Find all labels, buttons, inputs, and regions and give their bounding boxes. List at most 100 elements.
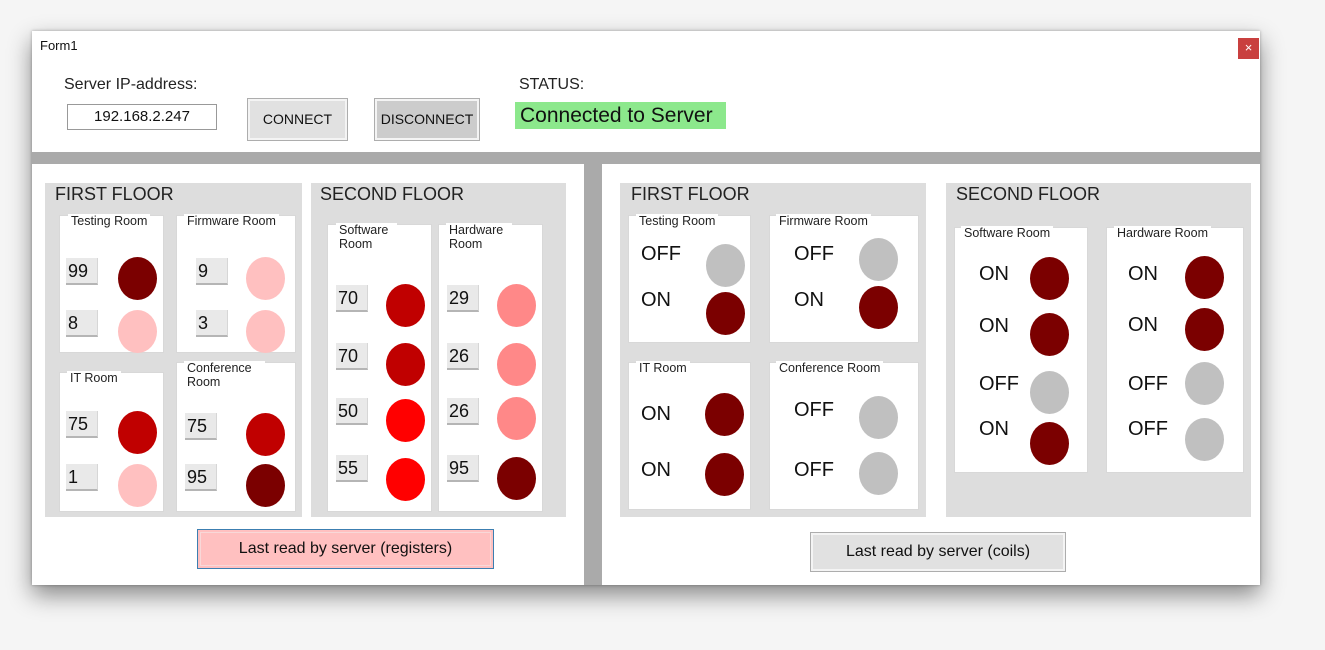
group-title: IT Room (636, 361, 690, 375)
coil-indicator (1030, 422, 1069, 465)
group-title: Hardware Room (1114, 226, 1212, 240)
register-indicator (118, 310, 157, 353)
floor-title: FIRST FLOOR (631, 184, 750, 204)
register-value[interactable]: 95 (185, 464, 217, 491)
floor-title: SECOND FLOOR (956, 184, 1101, 204)
ip-address-input[interactable]: 192.168.2.247 (67, 104, 217, 130)
group-title: Software Room (961, 226, 1054, 240)
floor-title: FIRST FLOOR (55, 184, 174, 204)
status-value: Connected to Server (515, 102, 726, 129)
coil-state: OFF (1128, 418, 1168, 440)
connect-button[interactable]: CONNECT (247, 98, 348, 141)
coil-indicator (859, 396, 898, 439)
register-indicator (246, 257, 285, 300)
register-value[interactable]: 95 (447, 455, 479, 482)
reg-testing-room: Testing Room 99 8 (59, 214, 164, 353)
register-value[interactable]: 3 (196, 310, 228, 337)
coil-state: ON (979, 418, 1009, 440)
register-value[interactable]: 75 (66, 411, 98, 438)
register-value[interactable]: 55 (336, 455, 368, 482)
coil-state: ON (979, 263, 1009, 285)
ip-label: Server IP-address: (64, 76, 198, 93)
coil-indicator (1030, 257, 1069, 300)
register-value[interactable]: 1 (66, 464, 98, 491)
coil-indicator (706, 292, 745, 335)
coil-indicator (705, 453, 744, 496)
register-value[interactable]: 75 (185, 413, 217, 440)
coil-state: ON (794, 289, 824, 311)
register-indicator (497, 284, 536, 327)
group-title: Conference Room (184, 361, 265, 389)
group-title: Hardware Room (446, 223, 512, 251)
coil-state: ON (1128, 314, 1158, 336)
coil-indicator (705, 393, 744, 436)
register-indicator (246, 310, 285, 353)
last-read-registers-button[interactable]: Last read by server (registers) (197, 529, 494, 569)
coil-state: OFF (794, 243, 834, 265)
coil-indicator (1185, 418, 1224, 461)
coil-state: ON (979, 315, 1009, 337)
register-indicator (497, 457, 536, 500)
register-indicator (497, 397, 536, 440)
register-indicator (118, 411, 157, 454)
register-indicator (118, 257, 157, 300)
coil-state: ON (641, 289, 671, 311)
disconnect-button[interactable]: DISCONNECT (374, 98, 480, 141)
last-read-coils-button[interactable]: Last read by server (coils) (810, 532, 1066, 572)
register-value[interactable]: 9 (196, 258, 228, 285)
register-value[interactable]: 70 (336, 285, 368, 312)
register-value[interactable]: 99 (66, 258, 98, 285)
floor-title: SECOND FLOOR (320, 184, 465, 204)
coil-state: OFF (641, 243, 681, 265)
coil-software-room: Software Room ON ON OFF ON (954, 226, 1088, 473)
group-title: Firmware Room (184, 214, 279, 228)
coil-indicator (706, 244, 745, 287)
window-title: Form1 (40, 38, 78, 53)
group-title: IT Room (67, 371, 121, 385)
register-value[interactable]: 8 (66, 310, 98, 337)
coil-state: OFF (1128, 373, 1168, 395)
coil-hardware-room: Hardware Room ON ON OFF OFF (1106, 226, 1244, 473)
coil-state: OFF (979, 373, 1019, 395)
register-value[interactable]: 50 (336, 398, 368, 425)
register-indicator (246, 464, 285, 507)
reg-conference-room: Conference Room 75 95 (176, 361, 296, 512)
group-title: Testing Room (636, 214, 719, 228)
group-title: Testing Room (68, 214, 151, 228)
register-indicator (497, 343, 536, 386)
coil-indicator (1030, 313, 1069, 356)
register-value[interactable]: 29 (447, 285, 479, 312)
close-icon[interactable]: × (1238, 38, 1259, 59)
coil-testing-room: Testing Room OFF ON (628, 214, 751, 343)
register-value[interactable]: 26 (447, 398, 479, 425)
register-indicator (386, 399, 425, 442)
coil-indicator (859, 286, 898, 329)
reg-it-room: IT Room 75 1 (59, 371, 164, 512)
register-indicator (386, 343, 425, 386)
coil-conference-room: Conference Room OFF OFF (769, 361, 919, 510)
register-indicator (118, 464, 157, 507)
coil-state: ON (1128, 263, 1158, 285)
coil-state: ON (641, 403, 671, 425)
horizontal-separator (32, 152, 1260, 164)
coil-indicator (1030, 371, 1069, 414)
group-title: Software Room (336, 223, 397, 251)
coil-indicator (1185, 362, 1224, 405)
coil-state: OFF (794, 459, 834, 481)
title-bar: Form1 × (32, 31, 1260, 61)
status-label: STATUS: (519, 76, 585, 93)
reg-software-room: Software Room 70 70 50 55 (327, 223, 432, 512)
reg-hardware-room: Hardware Room 29 26 26 95 (438, 223, 543, 512)
register-value[interactable]: 70 (336, 343, 368, 370)
coil-firmware-room: Firmware Room OFF ON (769, 214, 919, 343)
register-value[interactable]: 26 (447, 343, 479, 370)
group-title: Firmware Room (776, 214, 871, 228)
coil-state: ON (641, 459, 671, 481)
register-indicator (386, 284, 425, 327)
coil-indicator (859, 238, 898, 281)
reg-firmware-room: Firmware Room 9 3 (176, 214, 296, 353)
vertical-separator (584, 164, 602, 585)
group-title: Conference Room (776, 361, 884, 375)
coil-state: OFF (794, 399, 834, 421)
coil-indicator (859, 452, 898, 495)
